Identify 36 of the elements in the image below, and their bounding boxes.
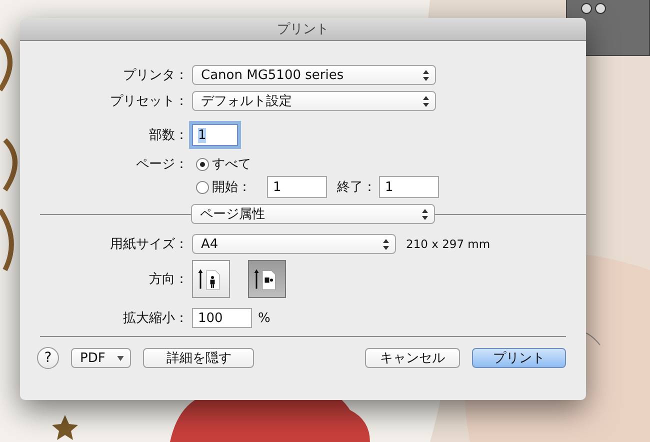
hide-details-button[interactable]: 詳細を隠す	[143, 348, 254, 368]
field-label: 部数：	[148, 127, 189, 144]
to-page-field[interactable]: 1	[379, 176, 439, 198]
caret-icon	[117, 356, 124, 360]
field-label: 終了：	[337, 179, 376, 196]
paper-dimensions: 210 x 297 mm	[406, 237, 490, 251]
field-label: 用紙サイズ：	[109, 236, 189, 253]
scale-field[interactable]: 100	[192, 308, 252, 328]
field-label: プリンタ：	[122, 67, 189, 84]
field-label: 方向：	[148, 271, 189, 288]
copies-field[interactable]: 1	[192, 124, 238, 146]
radio-label: すべて	[212, 156, 252, 173]
updown-icon	[423, 96, 429, 106]
section-popup[interactable]: ページ属性	[191, 204, 435, 224]
radio-button[interactable]	[196, 158, 209, 170]
pdf-menu-button[interactable]: PDF	[71, 348, 132, 368]
landscape-button[interactable]	[248, 260, 286, 298]
unit-label: %	[258, 310, 270, 326]
portrait-button[interactable]	[192, 260, 230, 298]
updown-icon	[423, 70, 429, 80]
print-button[interactable]: プリント	[472, 348, 566, 368]
updown-icon	[383, 238, 389, 250]
printer-popup[interactable]: Canon MG5100 series	[192, 65, 436, 85]
minimize-icon[interactable]	[595, 3, 606, 14]
window-title: プリント	[277, 21, 329, 38]
field-label: 拡大縮小：	[122, 310, 189, 327]
paper-size-popup[interactable]: A4	[192, 234, 396, 254]
cancel-button[interactable]: キャンセル	[365, 348, 460, 368]
from-page-field[interactable]: 1	[267, 176, 327, 198]
radio-button[interactable]	[196, 180, 209, 194]
field-label: ページ：	[135, 156, 189, 173]
help-button[interactable]: ?	[37, 347, 59, 369]
preset-popup[interactable]: デフォルト設定	[192, 91, 436, 111]
close-icon[interactable]	[581, 3, 592, 14]
radio-label: 開始：	[212, 179, 252, 196]
field-label: プリセット：	[109, 93, 189, 110]
